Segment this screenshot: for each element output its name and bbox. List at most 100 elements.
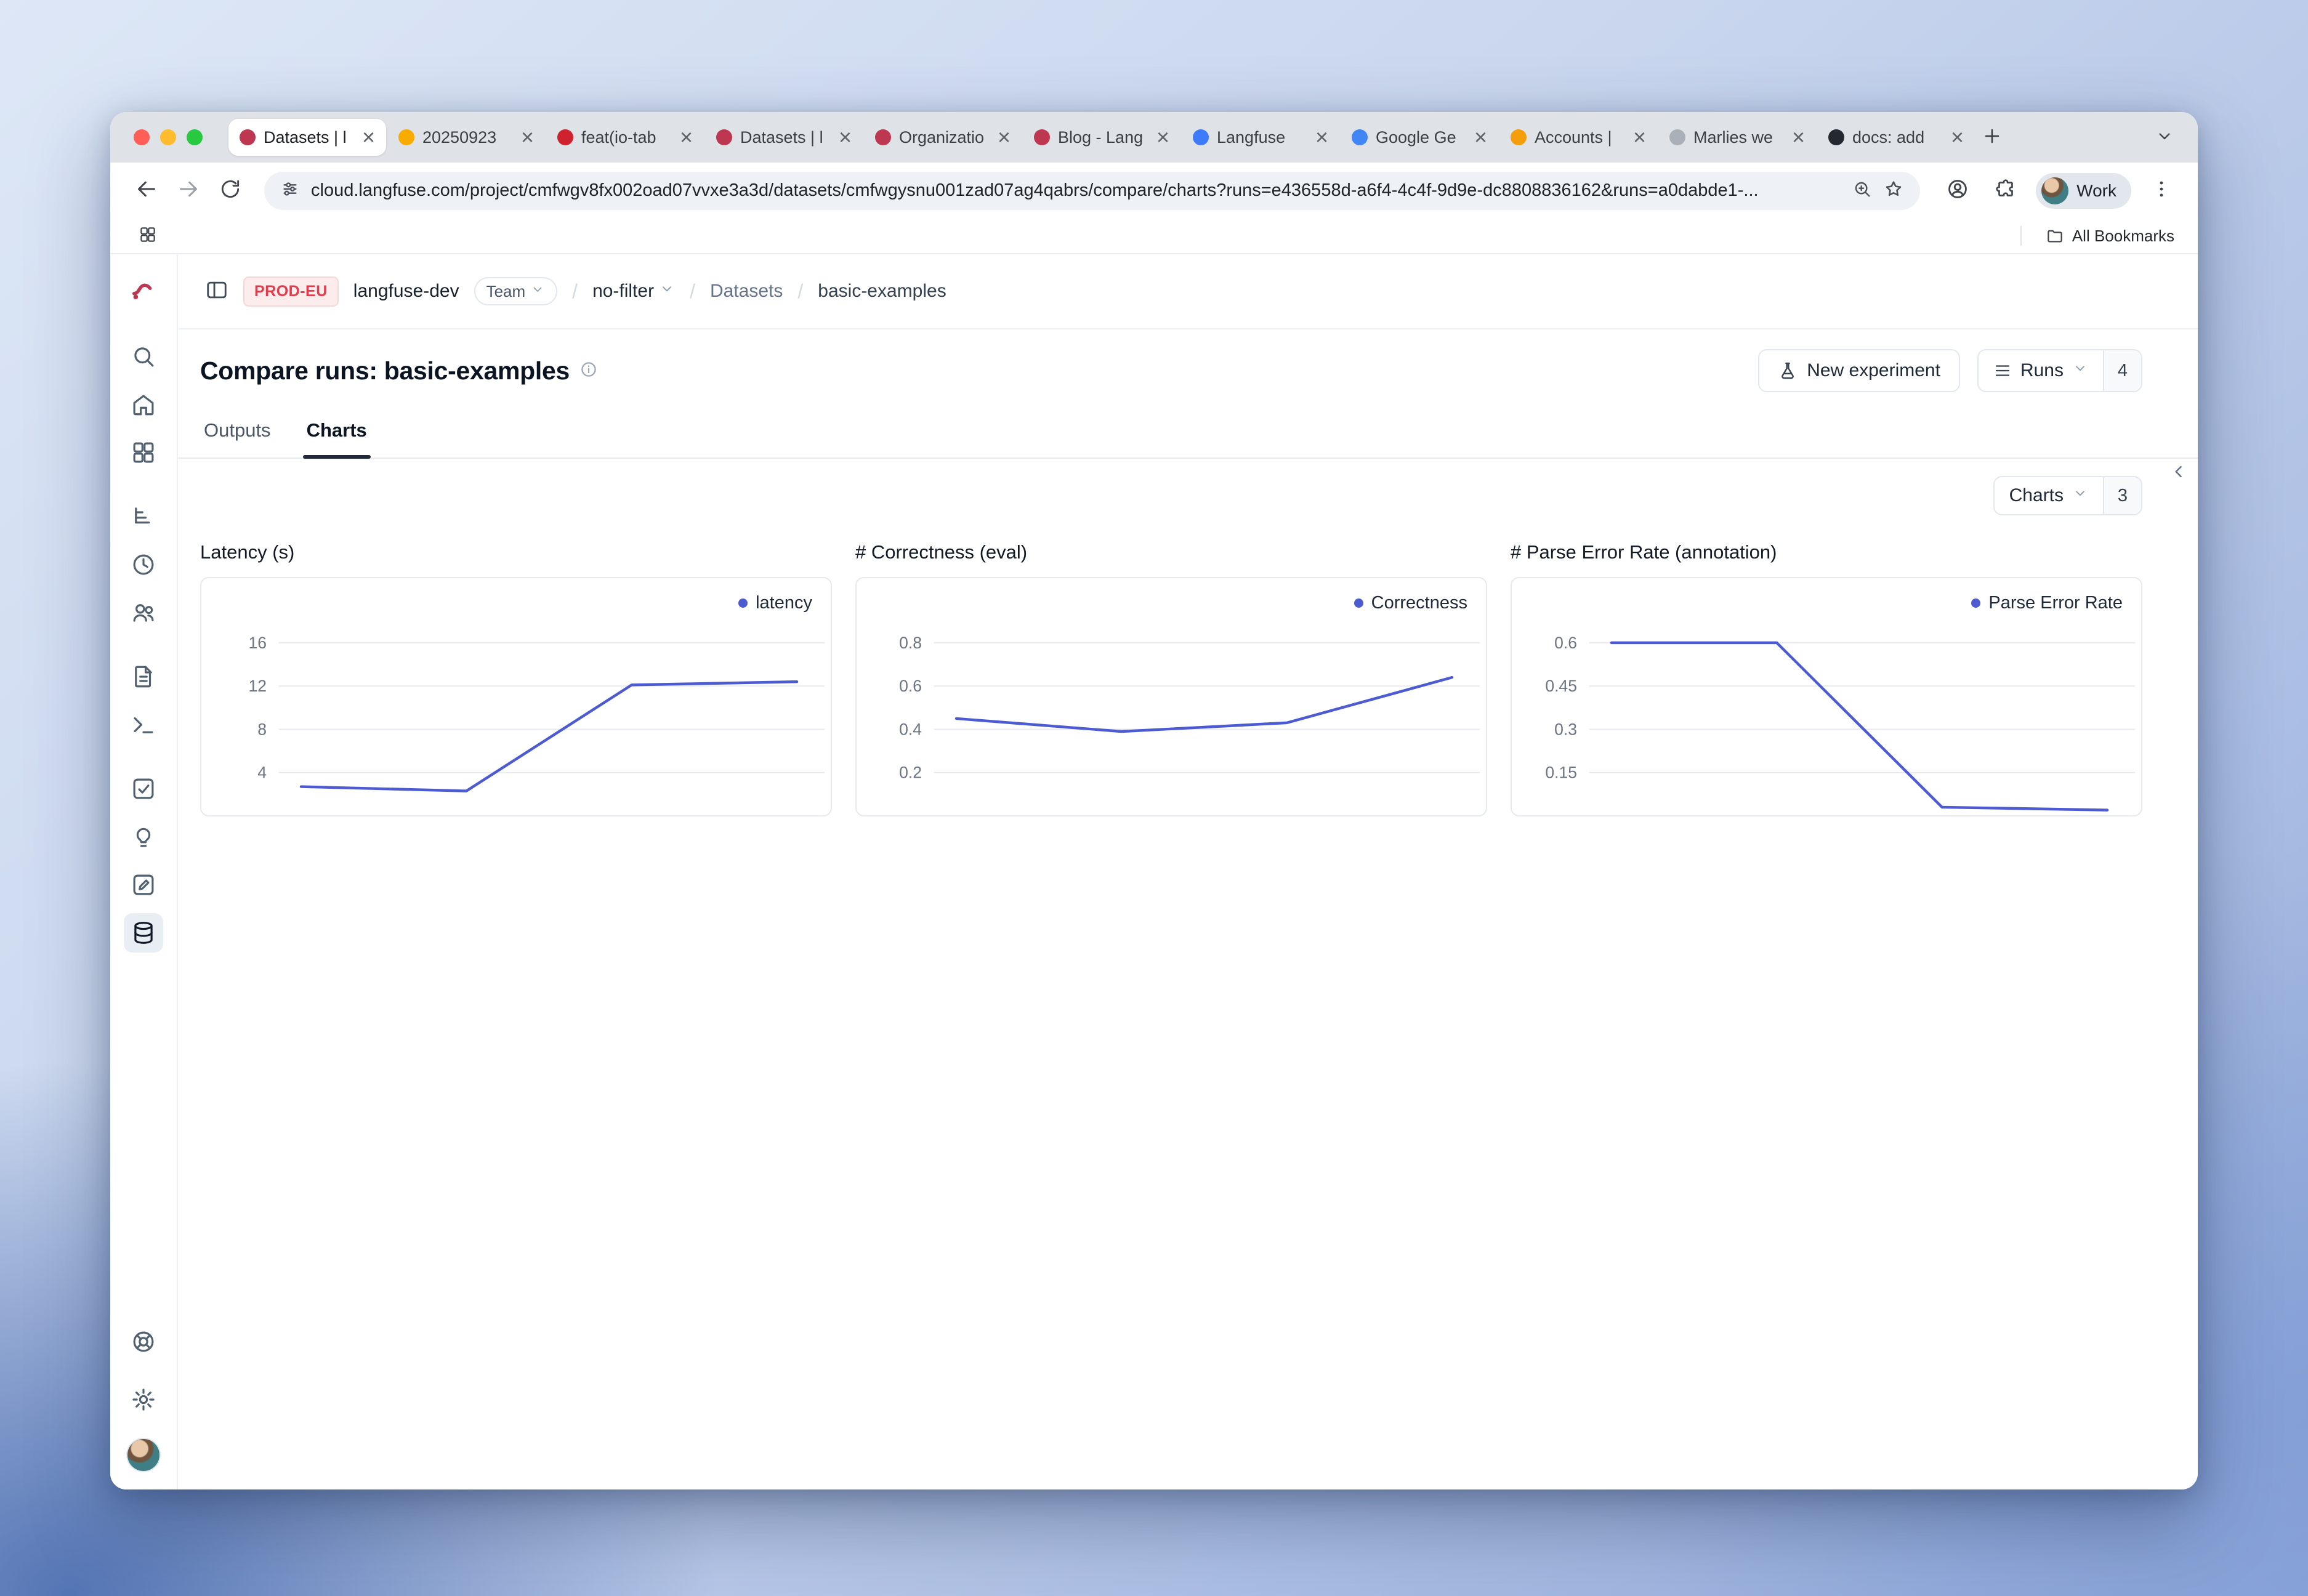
svg-text:0.15: 0.15 [1545,764,1577,782]
chart-parse-error-rate: # Parse Error Rate (annotation) Parse Er… [1511,541,2142,816]
tab-close-icon[interactable]: × [1472,126,1490,148]
collapse-panel-chevron[interactable] [2168,461,2189,485]
apps-grid-icon[interactable] [134,222,162,250]
tab-label: Accounts | [1535,128,1623,147]
breadcrumb-slash: / [797,280,803,303]
chart-card: latency 161284 [200,577,832,816]
line-chart-plot[interactable]: 0.80.60.40.2 [857,578,1486,815]
tab-label: Blog - Lang [1058,128,1146,147]
tab-label: Datasets | l [264,128,352,147]
docs-favicon [1193,129,1209,145]
tab-close-icon[interactable]: × [1790,126,1807,148]
sidebar-item-judge[interactable] [124,865,163,905]
all-bookmarks-button[interactable]: All Bookmarks [2020,226,2174,246]
forward-button[interactable] [171,173,206,209]
tab-close-icon[interactable]: × [518,126,536,148]
bookmark-star-icon[interactable] [1883,179,1904,203]
charts-row: Latency (s) latency 161284 # Correctness… [200,541,2142,816]
url-omnibox[interactable]: cloud.langfuse.com/project/cmfwgv8fx002o… [264,172,1920,210]
zoom-icon[interactable] [1852,179,1872,202]
sidebar-item-scores[interactable] [124,769,163,808]
chart-card: Correctness 0.80.60.40.2 [855,577,1487,816]
browser-tab[interactable]: Organizatio× [864,119,1022,156]
sidebar-item-home[interactable] [124,385,163,424]
sidebar-item-dashboard[interactable] [124,433,163,472]
back-button[interactable] [129,173,164,209]
site-settings-icon[interactable] [280,179,300,202]
charts-dropdown[interactable]: Charts 3 [1993,476,2142,515]
environment-badge[interactable]: PROD-EU [243,276,339,307]
tab-close-icon[interactable]: × [1313,126,1331,148]
tab-close-icon[interactable]: × [995,126,1013,148]
tab-outputs[interactable]: Outputs [204,419,271,457]
langfuse-logo[interactable] [129,275,158,304]
tab-close-icon[interactable]: × [1948,126,1966,148]
info-icon[interactable] [579,360,598,382]
runs-dropdown[interactable]: Runs 4 [1977,349,2142,392]
browser-tab[interactable]: Langfuse× [1182,119,1339,156]
sidebar-item-evals[interactable] [124,817,163,856]
chart-title: # Correctness (eval) [855,541,1487,563]
sidebar-item-support[interactable] [124,1322,163,1361]
browser-tab[interactable]: Datasets | l× [705,119,863,156]
tab-label: docs: add [1852,128,1940,147]
sidebar-item-sessions[interactable] [124,545,163,584]
svg-text:0.2: 0.2 [899,764,922,782]
new-tab-button[interactable] [1975,120,2009,155]
url-text[interactable]: cloud.langfuse.com/project/cmfwgv8fx002o… [311,180,1841,201]
maximize-window-icon[interactable] [187,129,203,145]
project-selector[interactable]: no-filter [592,281,675,302]
close-window-icon[interactable] [134,129,150,145]
tab-close-icon[interactable]: × [836,126,854,148]
extensions-puzzle-icon[interactable] [1988,173,2024,209]
sidebar-item-datasets[interactable] [124,913,163,953]
browser-menu-kebab-icon[interactable] [2144,173,2179,209]
breadcrumb-current-item[interactable]: basic-examples [818,281,946,302]
chart-title: Latency (s) [200,541,832,563]
tab-label: 20250923 [422,128,510,147]
browser-tab[interactable]: docs: add × [1817,119,1975,156]
line-chart-plot[interactable]: 161284 [201,578,831,815]
chart-legend: latency [738,593,812,613]
sidebar-item-playground[interactable] [124,705,163,744]
browser-tab[interactable]: Marlies we× [1658,119,1816,156]
langfuse-app: PROD-EU langfuse-dev Team / no-filter / … [110,254,2198,1489]
svg-text:0.6: 0.6 [1554,634,1577,652]
browser-tab[interactable]: Google Ge× [1341,119,1498,156]
sidebar-item-prompts[interactable] [124,657,163,696]
user-avatar[interactable] [126,1438,161,1472]
browser-tab[interactable]: 20250923 × [387,119,545,156]
minimize-window-icon[interactable] [160,129,176,145]
sidebar-rail [110,254,178,1489]
breadcrumb-slash: / [572,280,578,303]
breadcrumb-datasets-link[interactable]: Datasets [710,281,783,302]
org-name[interactable]: langfuse-dev [353,281,459,302]
sidebar-item-tracing[interactable] [124,497,163,536]
browser-profile-chip[interactable]: Work [2036,173,2131,209]
sidebar-item-search[interactable] [124,337,163,376]
sidebar-toggle-icon[interactable] [205,278,228,305]
tab-search-button[interactable] [2147,120,2182,155]
tab-close-icon[interactable]: × [360,126,377,148]
new-experiment-button[interactable]: New experiment [1758,349,1960,392]
browser-tab-active[interactable]: Datasets | l × [228,119,386,156]
svg-text:0.6: 0.6 [899,677,922,695]
sidebar-item-settings[interactable] [124,1380,163,1419]
chevron-down-icon [2072,360,2088,381]
browser-tab[interactable]: Blog - Lang × [1023,119,1180,156]
tab-close-icon[interactable]: × [1154,126,1172,148]
langfuse-favicon [1034,129,1050,145]
svg-text:16: 16 [249,634,267,652]
page-title: Compare runs: basic-examples [200,357,570,385]
tab-close-icon[interactable]: × [1631,126,1648,148]
reload-button[interactable] [212,173,248,209]
title-row: Compare runs: basic-examples New experim… [200,349,2142,392]
profile-circle-icon[interactable] [1940,173,1975,209]
browser-tab[interactable]: feat(io-tab× [546,119,704,156]
org-plan-pill[interactable]: Team [474,277,558,305]
browser-tab[interactable]: Accounts | × [1499,119,1657,156]
tab-charts[interactable]: Charts [307,419,367,457]
tab-close-icon[interactable]: × [677,126,695,148]
line-chart-plot[interactable]: 0.60.450.30.15 [1512,578,2141,815]
sidebar-item-users[interactable] [124,593,163,632]
